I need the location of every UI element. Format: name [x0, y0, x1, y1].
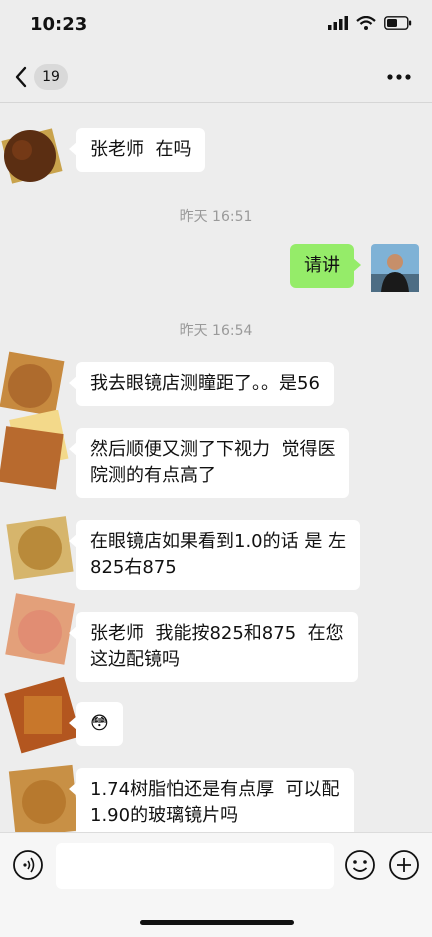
contact-avatar[interactable]	[4, 676, 82, 754]
my-avatar[interactable]	[371, 244, 419, 292]
message-bubble[interactable]: 请讲	[290, 244, 361, 288]
contact-avatar[interactable]	[0, 120, 63, 184]
voice-button[interactable]	[12, 849, 44, 881]
back-chevron-icon	[15, 66, 27, 88]
contact-avatar[interactable]	[0, 409, 69, 490]
message-bubble[interactable]: 我去眼镜店测瞳距了。。是56	[69, 362, 334, 406]
signal-icon	[328, 16, 348, 30]
message-list[interactable]: 张老师 在吗 昨天 16:51 请讲 昨天 16:54 我去眼镜店测瞳距了。。是…	[0, 102, 432, 832]
chat-header: 19	[0, 52, 432, 103]
message-bubble[interactable]: 张老师 在吗	[68, 128, 206, 172]
more-button[interactable]	[386, 64, 412, 90]
message-bubble[interactable]: 然后顺便又测了下视力 觉得医 院测的有点高了	[68, 428, 350, 498]
emoji-icon	[345, 850, 375, 880]
status-time: 10:23	[30, 14, 88, 35]
contact-avatar[interactable]	[0, 348, 65, 417]
plus-icon	[389, 850, 419, 880]
message-timestamp: 昨天 16:54	[179, 323, 253, 339]
message-bubble[interactable]: 1.74树脂怕还是有点厚 可以配 1.90的玻璃镜片吗	[69, 768, 354, 832]
emoji-button[interactable]	[344, 849, 376, 881]
voice-icon	[13, 850, 43, 880]
message-bubble[interactable]: 😳	[69, 702, 123, 746]
message-timestamp: 昨天 16:51	[179, 209, 253, 225]
more-functions-button[interactable]	[388, 849, 420, 881]
unread-count-badge: 19	[34, 64, 68, 90]
home-indicator	[140, 920, 294, 925]
contact-avatar[interactable]	[4, 510, 74, 580]
more-icon	[387, 74, 411, 80]
message-input[interactable]	[56, 843, 334, 889]
back-button[interactable]: 19	[14, 62, 84, 92]
status-bar: 10:23	[0, 0, 432, 52]
wifi-icon	[356, 16, 376, 30]
contact-avatar[interactable]	[4, 588, 76, 665]
contact-avatar[interactable]	[6, 760, 80, 832]
message-bubble[interactable]: 在眼镜店如果看到1.0的话 是 左 825右875	[68, 520, 361, 590]
battery-icon	[384, 16, 412, 30]
status-icons	[328, 16, 412, 30]
message-bubble[interactable]: 张老师 我能按825和875 在您 这边配镜吗	[69, 612, 358, 682]
